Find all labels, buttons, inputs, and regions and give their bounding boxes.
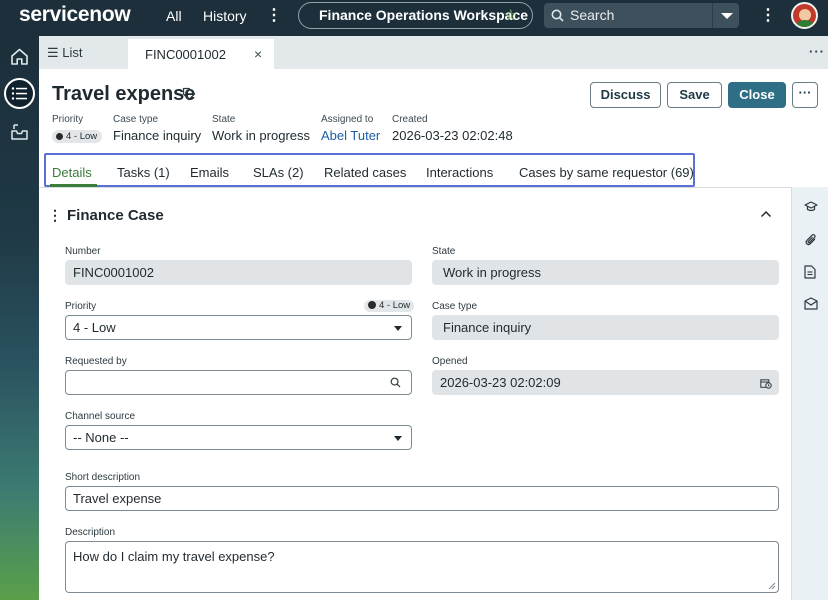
document-icon[interactable] (804, 265, 816, 279)
search-icon (551, 9, 564, 22)
list-view-button[interactable] (4, 78, 35, 109)
save-button[interactable]: Save (667, 82, 722, 108)
top-more-icon[interactable]: ⋮ (760, 7, 776, 25)
requested-by-input[interactable] (65, 370, 412, 395)
list-tab[interactable]: ☰ List (47, 45, 83, 61)
priority-meta-badge: 4 - Low (52, 130, 103, 143)
close-button[interactable]: Close (728, 82, 786, 108)
case-type-field: Finance inquiry (432, 315, 779, 340)
description-label: Description (65, 527, 116, 538)
search-scope-dropdown[interactable] (712, 3, 739, 28)
chevron-down-icon (394, 326, 402, 331)
top-navigation-bar: servicenow All History ⋮ Finance Operati… (0, 0, 828, 36)
header-more-button[interactable]: ··· (792, 82, 818, 108)
short-description-input[interactable]: Travel expense (65, 486, 779, 511)
chevron-down-icon (394, 436, 402, 441)
priority-badge-text: 4 - Low (379, 300, 411, 311)
case-type-label: Case type (432, 301, 478, 312)
priority-dot-icon (368, 301, 376, 309)
channel-source-select[interactable]: -- None -- (65, 425, 412, 450)
tab-tasks[interactable]: Tasks (1) (117, 165, 170, 181)
close-tab-icon[interactable]: × (254, 46, 262, 62)
workspace-label: Finance Operations Workspace (319, 7, 529, 23)
tab-slas[interactable]: SLAs (2) (253, 165, 304, 181)
list-tab-icon: ☰ (47, 45, 63, 60)
record-tab[interactable]: FINC0001002 × (128, 39, 274, 69)
tag-icon[interactable] (182, 87, 196, 101)
priority-dot-icon (56, 132, 63, 140)
inbox-icon (11, 124, 28, 140)
calendar-clock-icon[interactable] (760, 378, 772, 389)
created-meta-value: 2026-03-23 02:02:48 (392, 128, 513, 143)
case-type-meta-value: Finance inquiry (113, 128, 202, 143)
case-type-meta-label: Case type (113, 114, 159, 125)
assigned-to-link[interactable]: Abel Tuter (321, 128, 380, 144)
priority-meta-value: 4 - Low (66, 131, 98, 142)
list-icon (11, 87, 27, 100)
priority-meta-label: Priority (52, 114, 84, 125)
search-placeholder: Search (570, 7, 615, 23)
priority-label: Priority (65, 301, 97, 312)
tab-related-cases[interactable]: Related cases (324, 165, 406, 181)
discuss-button[interactable]: Discuss (590, 82, 661, 108)
user-avatar[interactable] (791, 2, 818, 29)
servicenow-logo[interactable]: servicenow (19, 3, 131, 27)
all-menu-link[interactable]: All (166, 8, 182, 24)
favorite-star-icon[interactable]: ☆ (504, 3, 517, 28)
workspace-tab-bar: ☰ List FINC0001002 × ··· (39, 36, 828, 69)
inbox-button[interactable] (4, 116, 35, 147)
nav-more-icon[interactable]: ⋮ (266, 7, 282, 25)
short-description-label: Short description (65, 472, 141, 483)
priority-inline-badge: 4 - Low (364, 300, 415, 312)
left-rail (0, 36, 39, 600)
collapse-chevron-up-icon[interactable] (760, 210, 772, 218)
assigned-to-meta-label: Assigned to (321, 114, 374, 125)
resize-handle-icon[interactable] (768, 582, 776, 590)
channel-source-value: -- None -- (73, 430, 129, 445)
record-title: Travel expense (52, 83, 196, 105)
tab-emails[interactable]: Emails (190, 165, 229, 181)
state-meta-value: Work in progress (212, 128, 311, 143)
lookup-search-icon[interactable] (390, 377, 401, 388)
description-value: How do I claim my travel expense? (73, 549, 275, 564)
logo-text: servicenow (19, 3, 131, 26)
state-field: Work in progress (432, 260, 779, 285)
home-icon (11, 48, 28, 65)
opened-value: 2026-03-23 02:02:09 (440, 375, 561, 390)
number-label: Number (65, 246, 101, 257)
record-tab-label: FINC0001002 (145, 47, 226, 62)
opened-field: 2026-03-23 02:02:09 (432, 370, 779, 395)
avatar-body (796, 20, 814, 27)
attachment-icon[interactable] (804, 233, 818, 247)
caret-down-icon (721, 13, 733, 19)
tab-interactions[interactable]: Interactions (426, 165, 493, 181)
priority-select[interactable]: 4 - Low (65, 315, 412, 340)
knowledge-cap-icon[interactable] (804, 201, 818, 213)
section-more-icon[interactable]: ⋮ (48, 207, 62, 223)
tab-cases-by-same-requestor[interactable]: Cases by same requestor (69) (519, 165, 694, 181)
list-tab-label: List (62, 45, 83, 60)
contextual-side-rail (791, 187, 828, 600)
section-title: Finance Case (67, 207, 164, 224)
tabbar-more-icon[interactable]: ··· (809, 44, 825, 59)
header-divider (39, 187, 791, 188)
description-textarea[interactable]: How do I claim my travel expense? (65, 541, 779, 593)
global-search-input[interactable]: Search (544, 3, 712, 28)
email-compose-icon[interactable] (804, 297, 818, 310)
state-label: State (432, 246, 456, 257)
created-meta-label: Created (392, 114, 428, 125)
home-button[interactable] (4, 41, 35, 72)
number-field: FINC0001002 (65, 260, 412, 285)
workspace-switcher[interactable]: Finance Operations Workspace ☆ (298, 2, 533, 29)
history-menu-link[interactable]: History (203, 8, 247, 24)
channel-source-label: Channel source (65, 411, 136, 422)
tab-details[interactable]: Details (52, 165, 92, 181)
priority-select-value: 4 - Low (73, 320, 116, 335)
state-meta-label: State (212, 114, 236, 125)
opened-label: Opened (432, 356, 468, 367)
requested-by-label: Requested by (65, 356, 127, 367)
